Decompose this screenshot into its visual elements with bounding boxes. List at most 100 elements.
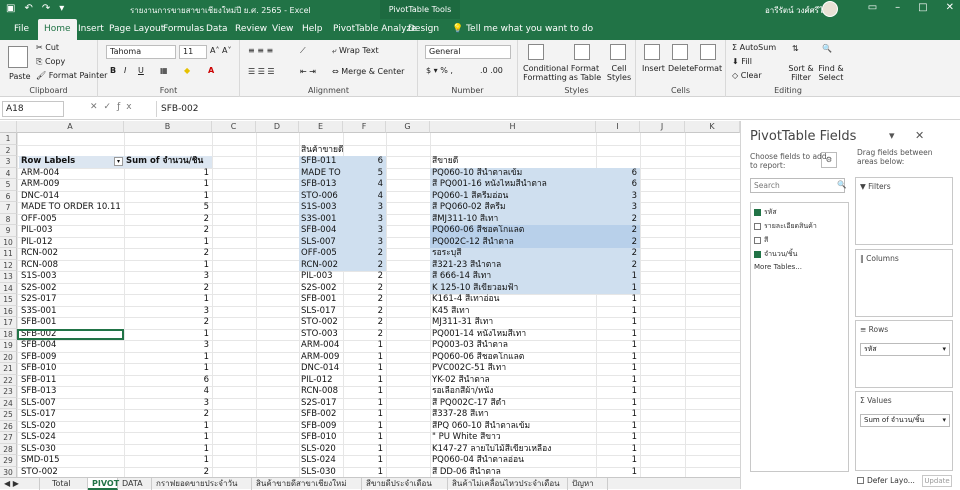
best-seller-qty[interactable]: 3 bbox=[343, 225, 386, 237]
pivot-row-value[interactable]: 2 bbox=[124, 283, 212, 295]
insert-cells-button[interactable]: Insert bbox=[642, 64, 665, 73]
pivot-row-label[interactable]: PIL-012 bbox=[19, 237, 124, 249]
best-color-name[interactable]: PVC002C-51 สีเทา bbox=[430, 363, 596, 375]
column-header-k[interactable]: K bbox=[685, 121, 740, 133]
tab-home[interactable]: Home bbox=[38, 19, 77, 40]
row-header[interactable]: 7 bbox=[0, 202, 17, 214]
pivot-row-label[interactable]: STO-002 bbox=[19, 467, 124, 478]
best-color-name[interactable]: PQ001-14 หนังไหมสีเทา bbox=[430, 329, 596, 341]
copy-button[interactable]: ⎘ Copy bbox=[36, 57, 65, 67]
pivot-row-label[interactable]: RCN-002 bbox=[19, 248, 124, 260]
row-header[interactable]: 17 bbox=[0, 317, 17, 329]
fill-color-icon[interactable]: ◆ bbox=[184, 66, 190, 75]
pivot-row-label[interactable]: SLS-007 bbox=[19, 398, 124, 410]
pivot-row-value[interactable]: 2 bbox=[124, 248, 212, 260]
delete-cells-button[interactable]: Delete bbox=[668, 64, 694, 73]
row-header[interactable]: 25 bbox=[0, 409, 17, 421]
best-seller-code[interactable]: SLS-030 bbox=[299, 467, 343, 478]
best-color-name[interactable]: สี PQ060-02 สีครีม bbox=[430, 202, 596, 214]
best-seller-code[interactable]: SFB-004 bbox=[299, 225, 343, 237]
best-seller-qty[interactable]: 2 bbox=[343, 271, 386, 283]
row-header[interactable]: 23 bbox=[0, 386, 17, 398]
row-header[interactable]: 20 bbox=[0, 351, 17, 363]
pivot-row-value[interactable]: 2 bbox=[124, 225, 212, 237]
column-header-a[interactable]: A bbox=[17, 121, 124, 133]
row-header[interactable]: 22 bbox=[0, 374, 17, 386]
pivot-row-value[interactable]: 5 bbox=[124, 202, 212, 214]
best-color-qty[interactable]: 1 bbox=[596, 282, 640, 294]
best-color-name[interactable]: สี321-23 สีน้ำตาล bbox=[430, 259, 596, 271]
best-seller-code[interactable]: S1S-003 bbox=[299, 202, 343, 214]
column-header-j[interactable]: J bbox=[640, 121, 685, 133]
best-seller-code[interactable]: OFF-005 bbox=[299, 248, 343, 260]
merge-center-button[interactable]: ⇔ Merge & Center bbox=[332, 67, 404, 76]
sort-filter-button[interactable]: Sort & Filter bbox=[788, 64, 814, 82]
column-header-f[interactable]: F bbox=[343, 121, 386, 133]
pivot-row-label[interactable]: SFB-010 bbox=[19, 363, 124, 375]
row-header[interactable]: 29 bbox=[0, 455, 17, 467]
pivot-row-label[interactable]: SLS-030 bbox=[19, 444, 124, 456]
gear-icon[interactable]: ⚙ bbox=[821, 152, 837, 168]
checkbox-icon[interactable] bbox=[754, 237, 761, 244]
best-color-name[interactable]: K45 สีเทา bbox=[430, 306, 596, 318]
pivot-row-value[interactable]: 2 bbox=[124, 467, 212, 478]
font-size-select[interactable]: 11 bbox=[179, 45, 207, 59]
best-seller-code[interactable]: SFB-013 bbox=[299, 179, 343, 191]
row-header[interactable]: 27 bbox=[0, 432, 17, 444]
best-seller-code[interactable]: STO-003 bbox=[299, 329, 343, 341]
insert-cells-icon[interactable] bbox=[644, 44, 660, 62]
best-color-qty[interactable]: 3 bbox=[596, 190, 640, 202]
delete-cells-icon[interactable] bbox=[672, 44, 688, 62]
pivot-row-value[interactable]: 1 bbox=[124, 432, 212, 444]
best-color-name[interactable]: MJ311-31 สีเทา bbox=[430, 317, 596, 329]
pivot-row-label[interactable]: SLS-024 bbox=[19, 432, 124, 444]
column-header-i[interactable]: I bbox=[596, 121, 640, 133]
best-color-qty[interactable]: 1 bbox=[596, 363, 640, 375]
row-header[interactable]: 10 bbox=[0, 236, 17, 248]
clear-button[interactable]: ◇ Clear bbox=[732, 71, 762, 80]
best-seller-qty[interactable]: 2 bbox=[343, 259, 386, 271]
pivot-row-value[interactable]: 1 bbox=[124, 260, 212, 272]
best-seller-qty[interactable]: 5 bbox=[343, 167, 386, 179]
best-seller-qty[interactable]: 1 bbox=[343, 444, 386, 456]
tab-view[interactable]: View bbox=[266, 19, 299, 40]
sheet-tab[interactable]: PIVOT bbox=[88, 478, 119, 490]
conditional-formatting-icon[interactable] bbox=[528, 44, 544, 62]
select-all-corner[interactable] bbox=[0, 121, 17, 133]
column-header-g[interactable]: G bbox=[386, 121, 430, 133]
wrap-text-button[interactable]: ⤶ Wrap Text bbox=[332, 46, 379, 56]
best-seller-code[interactable]: S2S-017 bbox=[299, 398, 343, 410]
row-header[interactable]: 30 bbox=[0, 466, 17, 477]
save-icon[interactable]: ▣ bbox=[6, 3, 15, 14]
format-cells-icon[interactable] bbox=[700, 44, 716, 62]
pivot-row-label[interactable]: SFB-001 bbox=[19, 317, 124, 329]
checkbox-icon[interactable] bbox=[754, 223, 761, 230]
defer-layout-checkbox[interactable]: Defer Layo... bbox=[857, 476, 915, 485]
pivot-header-sum[interactable]: Sum of จำนวน/ชิ้น bbox=[124, 156, 212, 168]
find-select-icon[interactable]: 🔍 bbox=[822, 44, 832, 53]
best-color-qty[interactable]: 1 bbox=[596, 398, 640, 410]
pivot-row-label[interactable]: S1S-003 bbox=[19, 271, 124, 283]
best-color-name[interactable]: สี 666-14 สีเทา bbox=[430, 271, 596, 283]
italic-button[interactable]: I bbox=[124, 66, 126, 75]
maximize-icon[interactable]: □ bbox=[918, 2, 927, 13]
best-color-qty[interactable]: 1 bbox=[596, 306, 640, 318]
row-header[interactable]: 8 bbox=[0, 213, 17, 225]
best-seller-code[interactable]: STO-006 bbox=[299, 190, 343, 202]
pivot-row-value[interactable]: 1 bbox=[124, 444, 212, 456]
values-area[interactable]: Σ Values Sum of จำนวน/ชิ้น ▾ bbox=[855, 391, 953, 471]
format-as-table-icon[interactable] bbox=[574, 44, 590, 62]
indent-icon[interactable]: ⇤ ⇥ bbox=[300, 67, 316, 76]
row-header[interactable]: 3 bbox=[0, 156, 17, 168]
best-seller-code[interactable]: ARM-004 bbox=[299, 340, 343, 352]
row-header[interactable]: 5 bbox=[0, 179, 17, 191]
pivot-row-label[interactable]: SLS-017 bbox=[19, 409, 124, 421]
bold-button[interactable]: B bbox=[110, 66, 116, 75]
best-seller-qty[interactable]: 3 bbox=[343, 236, 386, 248]
best-color-name[interactable]: รอระบุสี bbox=[430, 248, 596, 260]
best-color-qty[interactable]: 6 bbox=[596, 167, 640, 179]
best-color-name[interactable]: K 125-10 สีเขียวอมฟ้า bbox=[430, 282, 596, 294]
row-header[interactable]: 28 bbox=[0, 443, 17, 455]
row-header[interactable]: 4 bbox=[0, 167, 17, 179]
best-color-qty[interactable]: 3 bbox=[596, 202, 640, 214]
